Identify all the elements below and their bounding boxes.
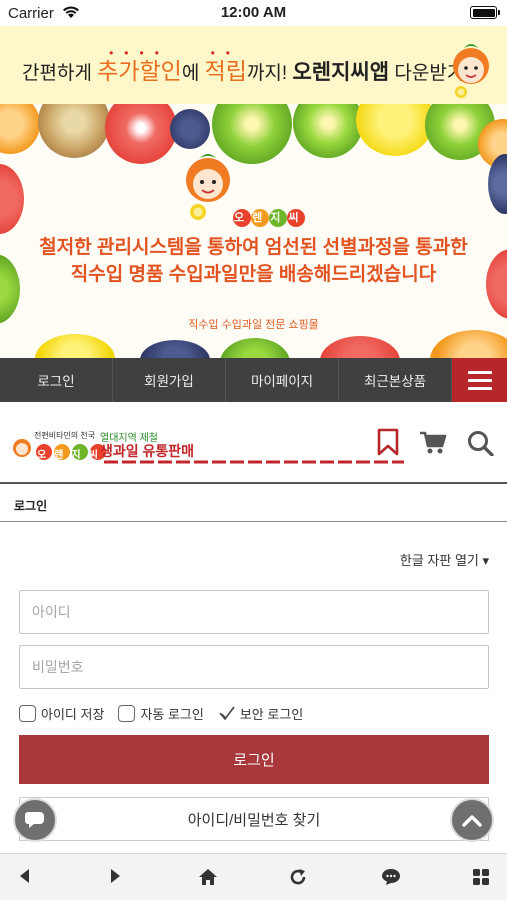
home-icon[interactable] [198,868,218,886]
brand-tagline-red: 생과일 유통판매 [100,443,195,459]
orange-mascot-icon [453,44,489,98]
top-nav: 로그인 회원가입 마이페이지 최근본상품 [0,358,507,402]
hero-banner[interactable]: 오렌지씨 철저한 관리시스템을 통하여 엄선된 선별과정을 통과한 직수입 명품… [0,104,507,358]
fruit-bottom-orange [430,330,507,358]
page-title: 로그인 [14,499,48,513]
save-id-label: 아이디 저장 [41,706,105,722]
login-options: 아이디 저장 자동 로그인 보안 로그인 [19,702,317,724]
password-input[interactable] [19,645,489,689]
fruit-bottom-grapefruit [320,336,400,358]
secure-login-option[interactable]: 보안 로그인 [218,704,303,723]
fruit-bottom-kiwi [220,338,290,358]
chevron-up-icon [462,815,482,827]
save-id-option[interactable]: 아이디 저장 [19,704,104,723]
nav-mypage[interactable]: 마이페이지 [226,358,339,402]
brand-tagline-small: 전편비타민의 천국 [34,431,96,440]
scroll-top-fab[interactable] [450,798,494,842]
promo-highlight-points: 적립 [204,58,247,84]
chat-fab[interactable] [13,798,57,842]
fruit-bottom-lemon [35,334,115,358]
bottom-toolbar [0,853,507,900]
app-download-banner[interactable]: 간편하게 •••• 추가할인에 •• 적립까지! 오렌지씨앱 다운받기! [0,26,507,104]
brand-logo[interactable]: 전편비타민의 천국 오렌지씨 열대지역 제철 생과일 유통판매 [12,428,412,468]
promo-text: 간편하게 •••• 추가할인에 •• 적립까지! 오렌지씨앱 다운받기! [22,46,470,84]
promo-highlight-discount: 추가할인 [97,58,182,84]
auto-login-checkbox[interactable] [118,704,136,722]
breadcrumb: 로그인 [0,486,507,522]
battery-icon [470,6,500,19]
fruit-kiwi [38,104,110,158]
search-icon[interactable] [467,430,495,456]
save-id-checkbox[interactable] [19,704,36,722]
auto-login-option[interactable]: 자동 로그인 [118,704,204,723]
forward-icon[interactable] [108,868,122,884]
auto-login-label: 자동 로그인 [140,706,204,722]
status-bar: Carrier 12:00 AM [0,0,507,26]
hero-subtitle: 직수입 수입과일 전문 쇼핑몰 [188,319,319,331]
hamburger-menu-icon[interactable] [452,358,507,402]
fruit-blueberries [170,109,210,149]
checkmark-icon[interactable] [218,705,236,721]
promo-app-name: 오렌지씨앱 [292,61,390,84]
fruit-grapefruit-left [0,164,24,234]
chat-bubble-icon [25,812,44,828]
nav-recent[interactable]: 최근본상품 [339,358,452,402]
chat-icon[interactable] [381,868,401,886]
bookmark-icon[interactable] [377,428,399,456]
fruit-bottom-berries [140,340,210,358]
nav-signup[interactable]: 회원가입 [113,358,226,402]
clock: 12:00 AM [220,4,287,21]
fruit-lemon [356,104,434,156]
hero-headline: 철저한 관리시스템을 통하여 엄선된 선별과정을 통과한 직수입 명품 수입과일… [39,237,468,285]
id-input[interactable] [19,590,489,634]
korean-keyboard-toggle[interactable]: 한글 자판 열기 ▾ [400,550,489,569]
cart-icon[interactable] [419,430,447,456]
find-account-button[interactable]: 아이디/비밀번호 찾기 [19,797,489,841]
hero-logo-text: 오렌지씨 [234,212,307,224]
secure-login-label: 보안 로그인 [239,706,304,722]
hero-logo: 오렌지씨 [180,148,330,228]
nav-login[interactable]: 로그인 [0,358,113,402]
back-icon[interactable] [18,868,32,884]
fruit-grapefruit [105,104,177,164]
login-button[interactable]: 로그인 [19,735,489,784]
refresh-icon[interactable] [289,868,307,886]
fruit-orange-slice [0,104,40,154]
brand-logo-text: 오렌지씨 [37,450,106,461]
grid-icon[interactable] [472,868,490,886]
brand-header: 전편비타민의 천국 오렌지씨 열대지역 제철 생과일 유통판매 [0,402,507,484]
